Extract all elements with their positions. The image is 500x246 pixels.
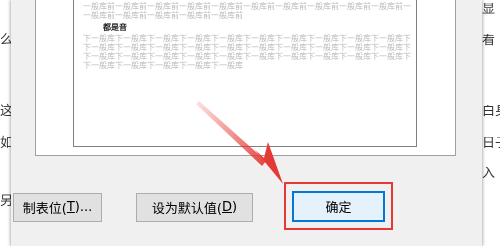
arrow-shaft	[196, 101, 266, 166]
annotation-arrow	[196, 101, 283, 184]
